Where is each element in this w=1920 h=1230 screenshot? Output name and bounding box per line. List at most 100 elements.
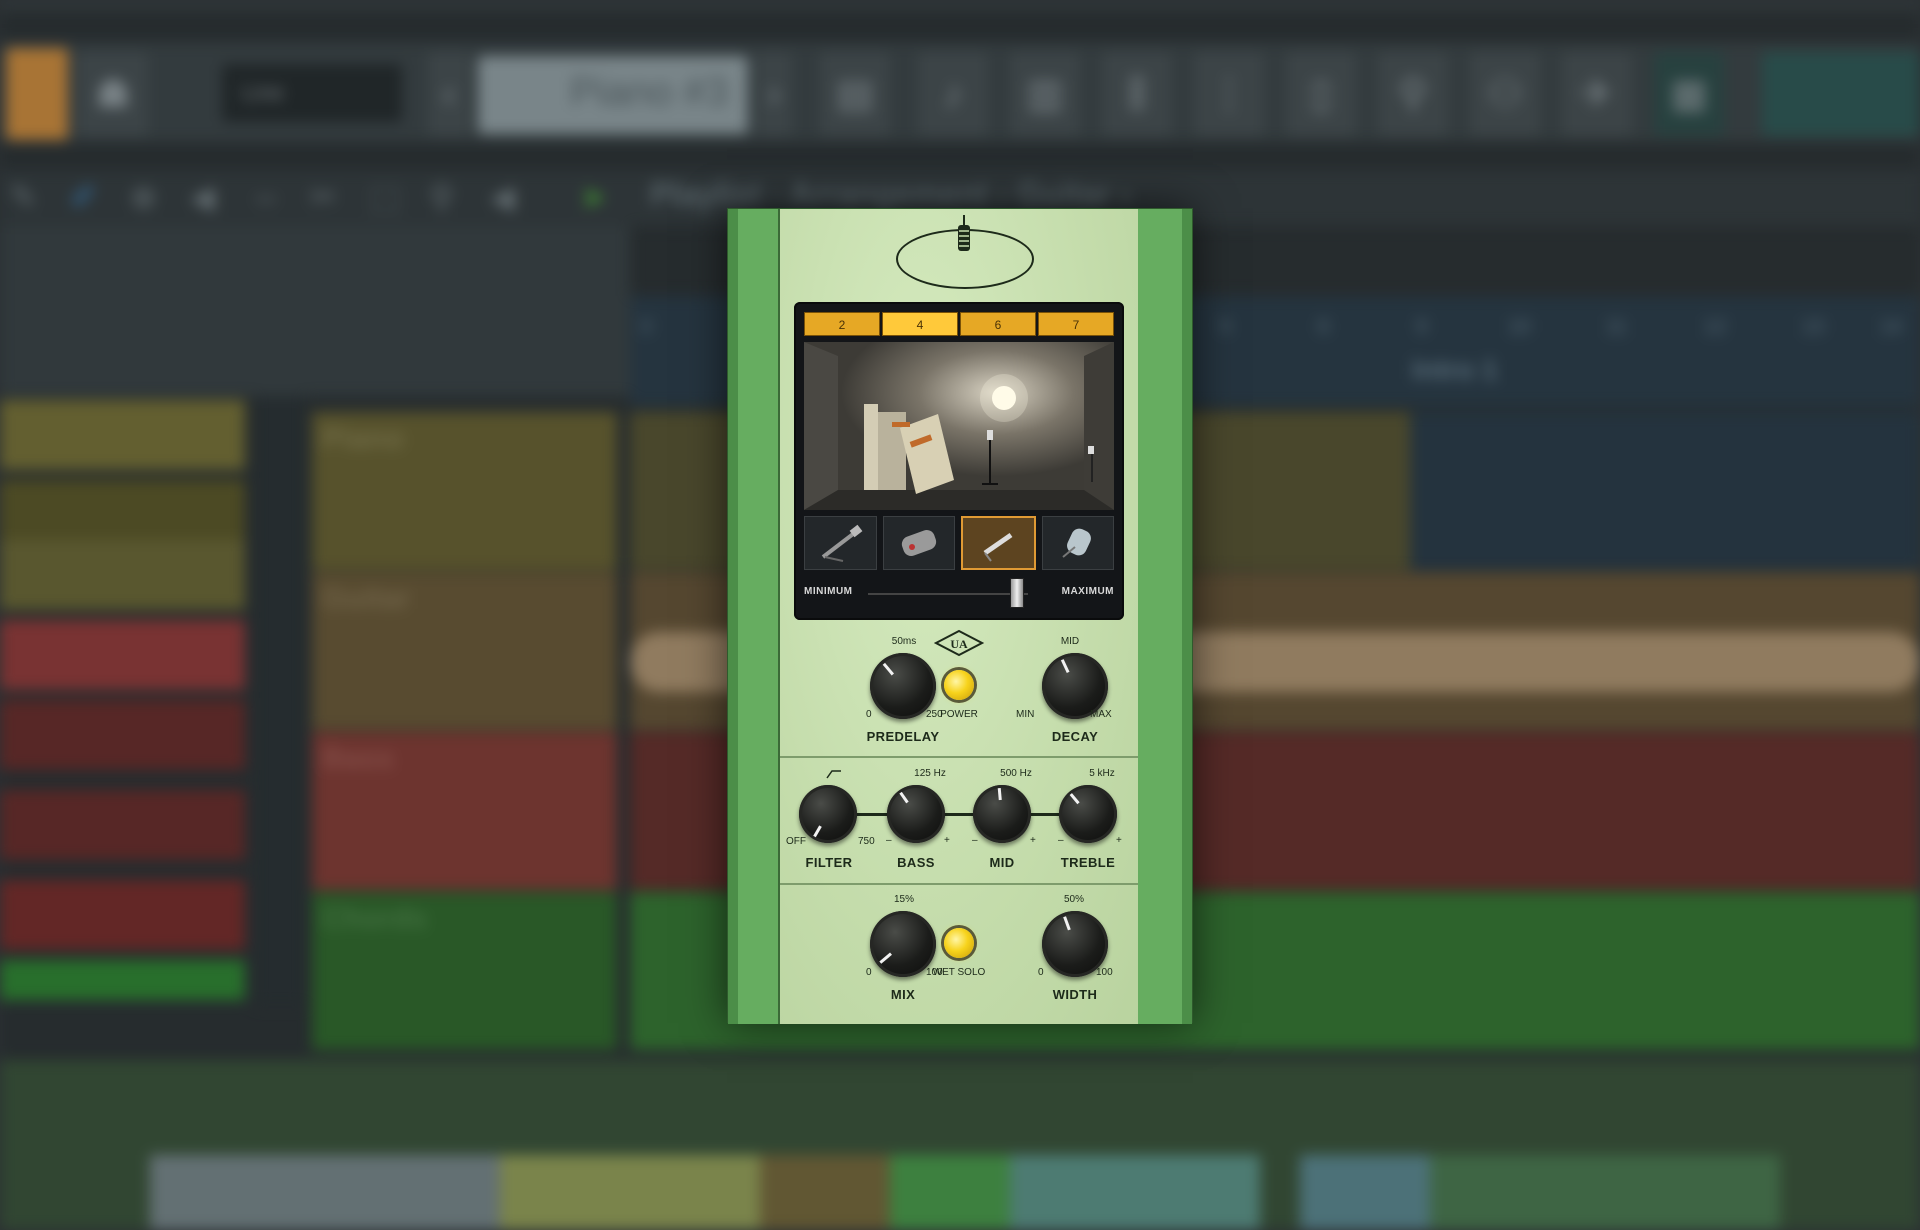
predelay-label: PREDELAY bbox=[866, 729, 940, 744]
mixer-slot[interactable] bbox=[890, 1155, 1010, 1230]
wet-solo-label: WET SOLO bbox=[932, 967, 986, 978]
paint-icon[interactable]: ✐ bbox=[70, 178, 110, 218]
width-min: 0 bbox=[1038, 967, 1044, 978]
hint-button[interactable] bbox=[6, 48, 68, 140]
track-header-chords[interactable]: Chords bbox=[312, 892, 617, 1050]
condenser-mic-icon[interactable] bbox=[882, 516, 955, 570]
mix-label: MIX bbox=[890, 987, 916, 1002]
track-header-bass[interactable]: Bass bbox=[312, 732, 617, 890]
slider-track[interactable] bbox=[868, 593, 1028, 595]
touch-keyboard-icon[interactable]: ⚇ bbox=[1470, 52, 1540, 136]
bass-max: + bbox=[944, 835, 950, 846]
ua-logo-icon: UA bbox=[934, 629, 984, 657]
treble-freq: 5 kHz bbox=[1089, 768, 1115, 779]
user-icon[interactable]: ☗ bbox=[78, 52, 148, 136]
cpu-icon[interactable]: ▦ bbox=[1654, 52, 1724, 136]
wet-solo-led[interactable] bbox=[944, 928, 974, 958]
decay-max: MAX bbox=[1090, 709, 1112, 720]
knob-indicator bbox=[997, 787, 1002, 801]
channel-strip[interactable] bbox=[0, 960, 245, 1000]
channel-strip[interactable] bbox=[0, 700, 245, 770]
file-icon[interactable]: ▯ bbox=[1286, 52, 1356, 136]
marker-label: Intro 1 bbox=[1412, 354, 1498, 385]
mid-min: – bbox=[972, 835, 978, 846]
channel-strip[interactable] bbox=[0, 790, 245, 860]
mixer-slot[interactable] bbox=[760, 1155, 890, 1230]
plugin-faceplate: 2 4 6 7 MINIMUM MAXIMUM 50ms UA MID 0 25… bbox=[780, 209, 1138, 1024]
track-header-guitar[interactable]: Guitar bbox=[312, 572, 617, 730]
slider-handle[interactable] bbox=[1009, 578, 1024, 608]
plugin-picker-icon[interactable]: ⚲ bbox=[1378, 52, 1448, 136]
highpass-icon bbox=[826, 770, 841, 779]
pencil-mic-icon[interactable] bbox=[961, 516, 1036, 570]
treble-max: + bbox=[1116, 835, 1122, 846]
room-tab-active[interactable]: 4 bbox=[882, 312, 958, 336]
width-max: 100 bbox=[1096, 967, 1113, 978]
slice-icon[interactable]: ✂ bbox=[310, 178, 350, 218]
mixer-slot[interactable] bbox=[1430, 1155, 1780, 1230]
mixer-slot[interactable] bbox=[1010, 1155, 1260, 1230]
mixer-slot[interactable] bbox=[1300, 1155, 1430, 1230]
slip-icon[interactable]: ⇔ bbox=[250, 178, 290, 218]
filter-knob[interactable] bbox=[799, 785, 857, 843]
treble-knob[interactable] bbox=[1059, 785, 1117, 843]
playlist-arrow-icon: ➤ bbox=[580, 179, 607, 215]
ruler-number: 3 bbox=[640, 316, 652, 338]
scrollbar[interactable] bbox=[255, 396, 305, 1006]
mute-icon[interactable]: ◀ bbox=[190, 178, 230, 218]
room-tabs: 2 4 6 7 bbox=[804, 312, 1114, 336]
svg-text:UA: UA bbox=[950, 637, 968, 651]
mix-value: 15% bbox=[893, 894, 914, 905]
treble-label: TREBLE bbox=[1060, 855, 1116, 870]
power-led[interactable] bbox=[944, 670, 974, 700]
ruler-number: 13 bbox=[1802, 316, 1825, 338]
delete-icon[interactable]: ⊗ bbox=[130, 178, 170, 218]
filter-min: OFF bbox=[786, 836, 806, 847]
mic-distance-slider: MINIMUM MAXIMUM bbox=[804, 576, 1114, 610]
treble-min: – bbox=[1058, 835, 1064, 846]
browser-icon[interactable]: ⋮ bbox=[1194, 52, 1264, 136]
width-value: 50% bbox=[1063, 894, 1084, 905]
channel-strip[interactable] bbox=[0, 620, 245, 690]
mid-knob[interactable] bbox=[973, 785, 1031, 843]
playback-icon[interactable]: ◀ bbox=[490, 178, 530, 218]
room-tab[interactable]: 7 bbox=[1038, 312, 1114, 336]
predelay-value: 50ms bbox=[891, 636, 917, 647]
filter-label: FILTER bbox=[805, 855, 853, 870]
ruler-number: 6 bbox=[1318, 316, 1330, 338]
playlist-icon[interactable]: ▤ bbox=[820, 52, 890, 136]
track-header-piano[interactable]: Piano bbox=[312, 412, 617, 570]
mixer-slot[interactable] bbox=[500, 1155, 760, 1230]
bass-freq: 125 Hz bbox=[914, 768, 946, 779]
prev-pattern-button[interactable]: ‹ bbox=[428, 52, 470, 136]
knob-indicator bbox=[899, 791, 909, 804]
knob-indicator bbox=[1069, 793, 1080, 805]
pattern-selector[interactable]: Piano #3 bbox=[478, 56, 748, 134]
section-divider bbox=[780, 756, 1138, 758]
channel-strip[interactable] bbox=[0, 880, 245, 950]
mixer-slot[interactable] bbox=[150, 1155, 500, 1230]
bass-knob[interactable] bbox=[887, 785, 945, 843]
channel-strip[interactable] bbox=[0, 540, 245, 610]
channel-strip[interactable] bbox=[0, 400, 245, 470]
mix-min: 0 bbox=[866, 967, 872, 978]
power-label: POWER bbox=[940, 709, 978, 720]
room-tab[interactable]: 6 bbox=[960, 312, 1036, 336]
room-tab[interactable]: 2 bbox=[804, 312, 880, 336]
next-pattern-button[interactable]: › bbox=[756, 52, 792, 136]
mixer-icon[interactable]: ⫼ bbox=[1102, 52, 1172, 136]
channel-rack-icon[interactable]: ▥ bbox=[1010, 52, 1080, 136]
piano-roll-icon[interactable]: ♪ bbox=[918, 52, 988, 136]
snap-dropdown[interactable]: Line bbox=[222, 64, 402, 122]
tube-mic-icon[interactable] bbox=[1041, 516, 1114, 570]
menu-bar bbox=[0, 0, 1920, 10]
mid-max: + bbox=[1030, 835, 1036, 846]
ribbon-mic-icon[interactable] bbox=[804, 516, 877, 570]
track-name: Guitar bbox=[322, 582, 411, 615]
pencil-icon[interactable]: ✎ bbox=[10, 178, 50, 218]
select-icon[interactable]: ⬚ bbox=[370, 178, 410, 218]
ruler-number: 5 bbox=[1220, 316, 1232, 338]
ruler-number: 14 bbox=[1880, 316, 1903, 338]
video-icon[interactable]: ✈ bbox=[1562, 52, 1632, 136]
zoom-icon[interactable]: ⚲ bbox=[430, 178, 470, 218]
